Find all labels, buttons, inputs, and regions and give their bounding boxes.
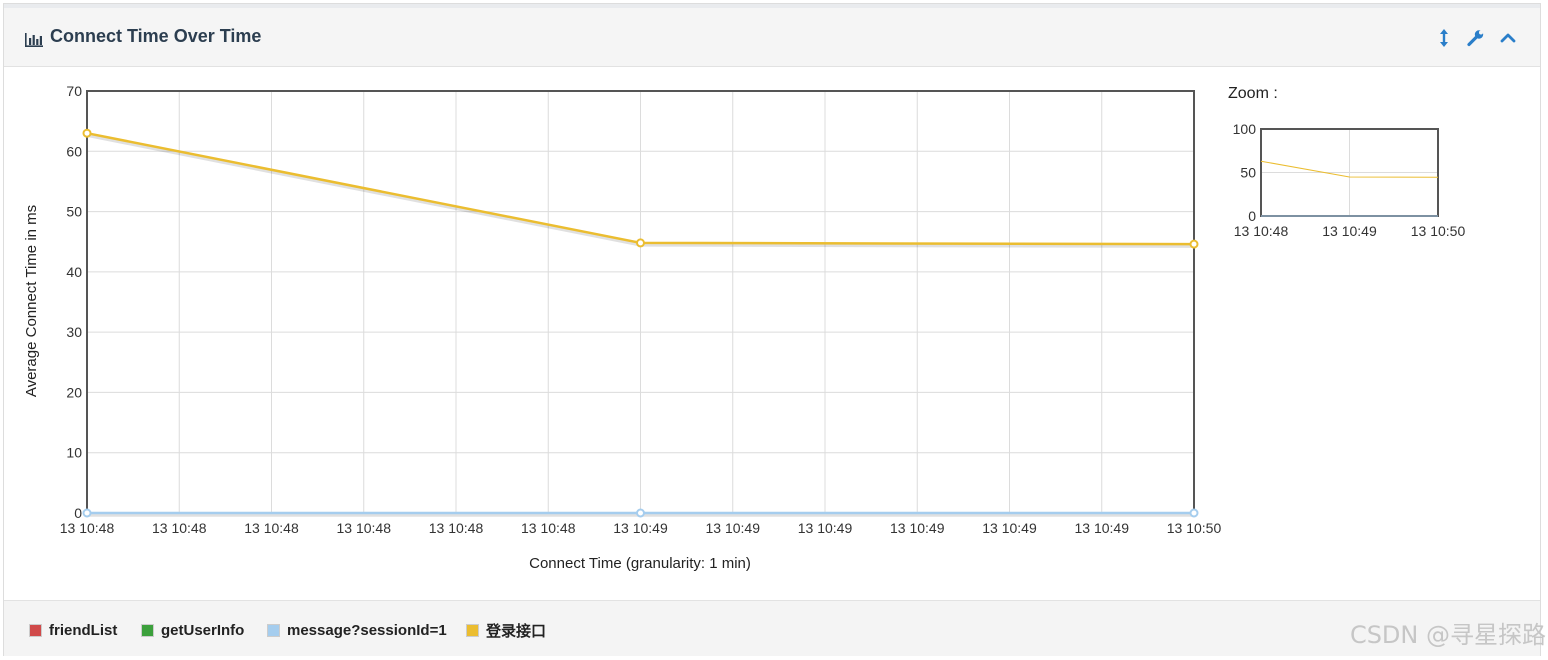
y-tick-label: 30 — [66, 324, 82, 340]
data-point — [636, 238, 645, 248]
x-tick-label: 13 10:49 — [890, 520, 945, 536]
data-point — [1189, 239, 1199, 249]
x-axis-label: Connect Time (granularity: 1 min) — [529, 555, 751, 572]
chart-area: Average Connect Time in ms Connect Time … — [23, 83, 1466, 572]
x-tick-label: 13 10:48 — [152, 520, 207, 536]
y-tick-label: 70 — [66, 83, 82, 99]
watermark: CSDN @寻星探路 — [1349, 621, 1546, 649]
x-tick-label: 13 10:48 — [244, 520, 299, 536]
x-tick-label: 13 10:48 — [521, 520, 576, 536]
x-tick-label: 13 10:48 — [337, 520, 392, 536]
legend-swatch — [267, 623, 280, 637]
x-tick-label: 13 10:49 — [982, 520, 1037, 536]
x-tick-label: 13 10:49 — [798, 520, 853, 536]
zoom-x-tick-label: 13 10:48 — [1234, 223, 1289, 239]
legend-label: getUserInfo — [161, 621, 245, 639]
legend-swatch — [141, 623, 154, 637]
y-tick-label: 60 — [66, 143, 82, 159]
data-point — [82, 508, 92, 518]
x-tick-label: 13 10:50 — [1167, 520, 1222, 536]
legend-label: message?sessionId=1 — [287, 621, 447, 639]
x-tick-label: 13 10:49 — [613, 520, 668, 536]
x-tick-label: 13 10:49 — [706, 520, 761, 536]
x-tick-label: 13 10:48 — [429, 520, 484, 536]
legend-item-getuserinfo[interactable]: getUserInfo — [141, 621, 244, 639]
y-tick-label: 40 — [66, 264, 82, 280]
legend-swatch — [466, 623, 479, 637]
y-tick-label: 10 — [66, 445, 82, 461]
zoom-x-tick-label: 13 10:50 — [1411, 223, 1466, 239]
y-axis-label: Average Connect Time in ms — [23, 205, 40, 397]
legend-label: 登录接口 — [486, 622, 547, 640]
x-tick-label: 13 10:48 — [60, 520, 115, 536]
data-point — [1189, 508, 1199, 518]
legend-item-friendlist[interactable]: friendList — [29, 621, 117, 639]
legend-label: friendList — [49, 621, 118, 639]
legend-item-login[interactable]: 登录接口 — [466, 621, 547, 640]
zoom-y-tick-label: 100 — [1233, 121, 1257, 137]
zoom-title: Zoom : — [1228, 85, 1278, 102]
x-tick-label: 13 10:49 — [1075, 520, 1130, 536]
y-tick-label: 20 — [66, 384, 82, 400]
legend: friendList getUserInfo message?sessionId… — [4, 600, 1540, 656]
legend-swatch — [29, 623, 42, 637]
zoom-y-tick-label: 50 — [1240, 165, 1256, 181]
data-point — [82, 128, 92, 138]
data-point — [636, 508, 645, 518]
y-tick-label: 50 — [66, 204, 82, 220]
legend-item-message[interactable]: message?sessionId=1 — [267, 621, 447, 639]
zoom-x-tick-label: 13 10:49 — [1322, 223, 1377, 239]
y-tick-label: 0 — [74, 505, 82, 521]
zoom-y-tick-label: 0 — [1248, 208, 1256, 224]
